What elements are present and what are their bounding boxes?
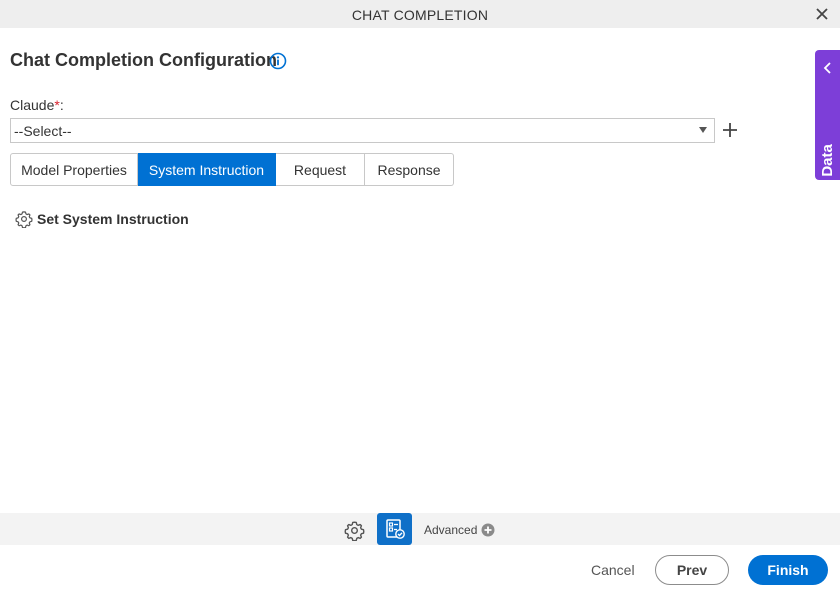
claude-label: Claude*:	[10, 97, 64, 113]
window-title: CHAT COMPLETION	[351, 7, 489, 23]
app-data-label: App Data	[819, 144, 836, 210]
chevron-left-icon	[823, 62, 831, 74]
claude-select[interactable]: --Select--	[10, 118, 715, 143]
form-check-icon	[386, 519, 405, 539]
form-validation-button[interactable]	[377, 513, 412, 545]
set-system-instruction-label: Set System Instruction	[37, 211, 189, 227]
page-title: Chat Completion Configuration	[10, 50, 277, 70]
finish-button[interactable]: Finish	[748, 555, 828, 585]
claude-select-value: --Select--	[14, 123, 72, 139]
tab-bar: Model Properties System Instruction Requ…	[10, 153, 454, 186]
chevron-down-icon	[699, 127, 707, 133]
bottom-toolbar: Advanced	[0, 513, 840, 545]
set-system-instruction-button[interactable]: Set System Instruction	[15, 210, 189, 228]
label-suffix: :	[59, 97, 64, 113]
advanced-label: Advanced	[424, 523, 478, 537]
tab-system-instruction[interactable]: System Instruction	[138, 153, 276, 186]
tab-request[interactable]: Request	[276, 153, 365, 186]
app-data-panel-toggle[interactable]: App Data	[815, 50, 840, 210]
plus-icon[interactable]	[721, 121, 739, 139]
settings-gear-icon[interactable]	[344, 520, 365, 541]
gear-icon	[15, 211, 33, 228]
advanced-button[interactable]: Advanced	[424, 523, 495, 537]
close-icon[interactable]	[814, 6, 830, 22]
plus-circle-icon	[481, 523, 495, 537]
claude-label-text: Claude	[10, 97, 55, 113]
cancel-button[interactable]: Cancel	[591, 562, 635, 578]
tab-response[interactable]: Response	[365, 153, 454, 186]
prev-button[interactable]: Prev	[655, 555, 729, 585]
window-titlebar: CHAT COMPLETION	[0, 0, 840, 28]
info-icon[interactable]	[269, 52, 287, 70]
tab-model-properties[interactable]: Model Properties	[10, 153, 138, 186]
